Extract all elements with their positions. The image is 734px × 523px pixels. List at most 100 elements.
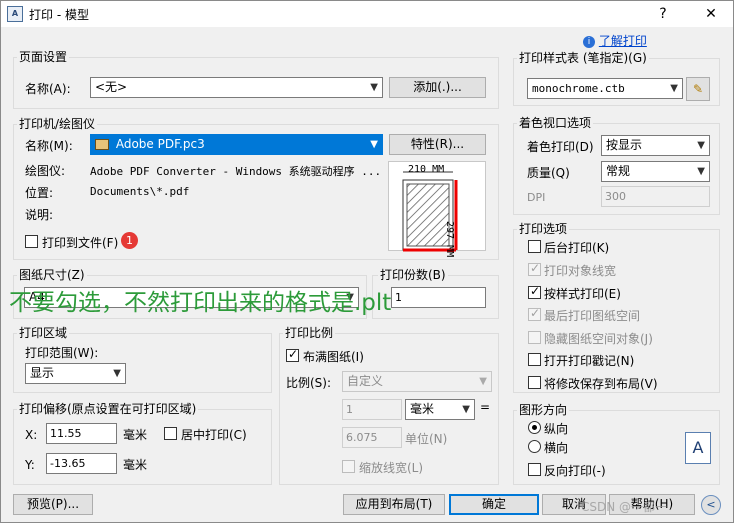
equals-sign: =	[480, 400, 491, 414]
plotter-label: 绘图仪:	[25, 164, 66, 178]
scale-unit-select[interactable]: 毫米 ▼	[405, 399, 475, 420]
plot-with-styles-label: 按样式打印(E)	[544, 287, 621, 301]
window-title: 打印 - 模型	[29, 8, 89, 22]
location-label: 位置:	[25, 186, 54, 200]
chevron-down-icon: ▼	[462, 404, 470, 415]
scale-value: 自定义	[347, 374, 384, 388]
autocad-app-icon: A	[7, 6, 23, 22]
print-to-file-checkbox[interactable]	[25, 235, 38, 248]
offset-y-unit: 毫米	[123, 458, 148, 472]
scale-lineweights-label: 缩放线宽(L)	[359, 461, 424, 475]
description-label: 说明:	[25, 208, 54, 222]
dpi-label: DPI	[527, 191, 546, 204]
center-plot-checkbox[interactable]	[164, 427, 177, 440]
center-plot-label: 居中打印(C)	[181, 428, 247, 442]
dpi-input[interactable]: 300	[601, 186, 710, 207]
plot-style-select[interactable]: monochrome.ctb ▼	[527, 78, 683, 99]
portrait-label: 纵向	[544, 422, 569, 436]
plot-style-title: 打印样式表 (笔指定)(G)	[517, 49, 649, 66]
preview-height-label: 297 MM	[444, 221, 455, 258]
quality-label: 质量(Q)	[527, 166, 570, 180]
watermark-text: CSDN @一都一	[581, 500, 668, 514]
page-setup-name-value: <无>	[95, 80, 128, 94]
chevron-down-icon: ▼	[697, 140, 705, 151]
shade-plot-label: 着色打印(D)	[527, 140, 594, 154]
scale-unit2-label: 单位(N)	[405, 432, 448, 446]
paper-preview-drawing	[402, 171, 458, 252]
printer-name-select[interactable]: Adobe PDF.pc3 ▼	[90, 134, 383, 155]
save-to-layout-checkbox[interactable]	[528, 376, 541, 389]
plot-stamp-checkbox[interactable]	[528, 353, 541, 366]
help-title-button[interactable]: ?	[643, 3, 683, 25]
shade-plot-select[interactable]: 按显示 ▼	[601, 135, 710, 156]
offset-x-label: X:	[25, 428, 38, 442]
landscape-label: 横向	[544, 441, 569, 455]
offset-y-label: Y:	[25, 458, 35, 472]
page-setup-name-select[interactable]: <无> ▼	[90, 77, 383, 98]
quality-select[interactable]: 常规 ▼	[601, 161, 710, 182]
annotation-text: 不要勾选，不然打印出来的格式是.plt	[9, 290, 392, 316]
offset-x-unit: 毫米	[123, 428, 148, 442]
hide-paperspace-objects-label: 隐藏图纸空间对象(J)	[544, 332, 653, 346]
offset-y-input[interactable]: -13.65	[46, 453, 117, 474]
chevron-down-icon: ▼	[479, 376, 487, 387]
plot-range-value: 显示	[30, 366, 55, 380]
plot-options-title: 打印选项	[517, 220, 570, 237]
plot-lineweights-checkbox[interactable]	[528, 261, 541, 276]
scale-lineweights-checkbox[interactable]	[342, 460, 355, 473]
copies-input[interactable]: 1	[391, 287, 486, 308]
edit-plot-style-button[interactable]: ✎	[686, 77, 710, 101]
background-plot-label: 后台打印(K)	[544, 241, 610, 255]
background-plot-checkbox[interactable]	[528, 240, 541, 253]
landscape-radio[interactable]	[528, 440, 541, 453]
plot-offset-title: 打印偏移(原点设置在可打印区域)	[17, 400, 199, 417]
printer-name-value: Adobe PDF.pc3	[115, 137, 205, 151]
preview-width-label: 210 MM	[408, 164, 445, 175]
print-to-file-label: 打印到文件(F)	[42, 236, 119, 250]
page-setup-name-label: 名称(A):	[25, 82, 71, 96]
hide-paperspace-objects-checkbox[interactable]	[528, 331, 541, 344]
chevron-down-icon: ▼	[113, 368, 121, 379]
scale-value1-input[interactable]: 1	[342, 399, 402, 420]
fit-to-paper-label: 布满图纸(I)	[303, 350, 364, 364]
help-link[interactable]: i 了解打印	[583, 32, 647, 49]
offset-x-input[interactable]: 11.55	[46, 423, 117, 444]
chevron-down-icon: ▼	[670, 83, 678, 94]
pdf-printer-icon	[95, 139, 109, 150]
chevron-down-icon: ▼	[370, 139, 378, 150]
shaded-viewport-title: 着色视口选项	[517, 114, 594, 131]
quality-value: 常规	[606, 164, 631, 178]
apply-to-layout-button[interactable]: 应用到布局(T)	[343, 494, 445, 515]
scale-select[interactable]: 自定义 ▼	[342, 371, 492, 392]
orientation-title: 图形方向	[517, 401, 570, 418]
add-page-setup-button[interactable]: 添加(.)...	[389, 77, 486, 98]
scale-unit-value: 毫米	[410, 402, 435, 416]
close-button[interactable]: ✕	[691, 3, 731, 25]
chevron-down-icon: ▼	[697, 166, 705, 177]
fit-to-paper-checkbox[interactable]	[286, 347, 299, 362]
page-orientation-icon: A	[685, 432, 711, 464]
scale-value2-input[interactable]: 6.075	[342, 427, 402, 448]
location-value: Documents\*.pdf	[90, 185, 190, 198]
plot-with-styles-checkbox[interactable]	[528, 284, 541, 299]
save-to-layout-label: 将修改保存到布局(V)	[544, 377, 658, 391]
help-link-label: 了解打印	[598, 34, 647, 48]
shade-plot-value: 按显示	[606, 138, 643, 152]
plot-lineweights-label: 打印对象线宽	[544, 264, 617, 278]
pen-edit-icon: ✎	[692, 82, 704, 96]
plotter-value: Adobe PDF Converter - Windows 系统驱动程序 ...	[90, 165, 382, 178]
plot-area-title: 打印区域	[17, 324, 70, 341]
page-setup-title: 页面设置	[17, 48, 70, 65]
preview-button[interactable]: 预览(P)...	[13, 494, 93, 515]
portrait-radio[interactable]	[528, 421, 541, 434]
expand-collapse-button[interactable]: <	[701, 495, 721, 515]
plot-paperspace-last-checkbox[interactable]	[528, 306, 541, 321]
plot-range-select[interactable]: 显示 ▼	[25, 363, 126, 384]
step-badge: 1	[121, 232, 138, 249]
printer-properties-button[interactable]: 特性(R)...	[389, 134, 486, 155]
upside-down-checkbox[interactable]	[528, 463, 541, 476]
plot-range-label: 打印范围(W):	[25, 346, 99, 360]
scale-label: 比例(S):	[286, 376, 332, 390]
ok-button[interactable]: 确定	[449, 494, 539, 515]
plot-style-value: monochrome.ctb	[532, 82, 625, 95]
